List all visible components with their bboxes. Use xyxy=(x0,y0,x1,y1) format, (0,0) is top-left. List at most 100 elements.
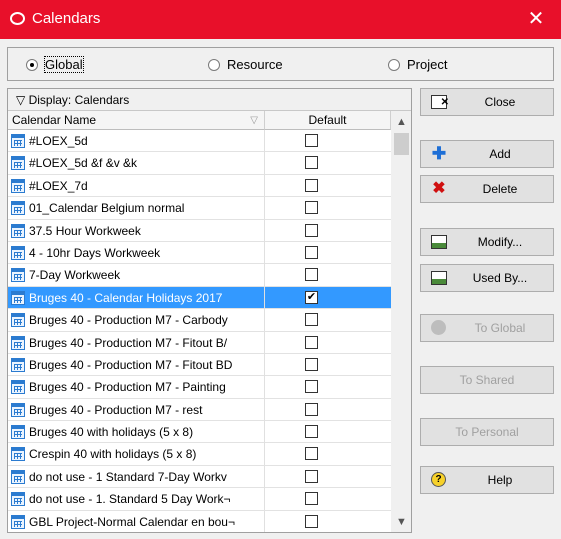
calendar-name-cell: do not use - 1 Standard 7-Day Workv xyxy=(29,469,227,484)
default-checkbox[interactable] xyxy=(305,402,318,416)
table-row[interactable]: Bruges 40 - Production M7 - Carbody xyxy=(8,309,391,332)
default-checkbox[interactable]: ✔ xyxy=(305,290,318,304)
default-checkbox[interactable] xyxy=(305,469,318,483)
calendar-icon xyxy=(11,514,25,529)
radio-dot[interactable] xyxy=(26,58,38,71)
scroll-down-icon[interactable]: ▼ xyxy=(391,513,411,531)
default-checkbox[interactable] xyxy=(305,245,318,259)
calendar-scope-group: Global Resource Project xyxy=(7,47,554,81)
scroll-up-icon[interactable]: ▲ xyxy=(391,113,411,131)
radio-project[interactable]: Project xyxy=(388,57,447,72)
default-checkbox[interactable] xyxy=(305,156,318,170)
delete-button-label: Delete xyxy=(482,182,518,196)
calendar-icon xyxy=(11,201,25,216)
to-global-button[interactable]: To Global xyxy=(420,314,554,342)
help-button-label: Help xyxy=(487,473,513,487)
default-checkbox[interactable] xyxy=(305,447,318,461)
help-icon: ? xyxy=(431,472,446,487)
app-icon xyxy=(10,12,25,25)
calendar-name-cell: Bruges 40 - Production M7 - Carbody xyxy=(29,313,228,328)
table-row[interactable]: Bruges 40 - Calendar Holidays 2017 ✔ xyxy=(8,286,391,310)
radio-resource[interactable]: Resource xyxy=(208,57,283,72)
window-close-icon[interactable]: ✕ xyxy=(525,6,547,32)
to-shared-button-label: To Shared xyxy=(459,373,515,387)
table-row[interactable]: 7-Day Workweek xyxy=(8,264,391,287)
table-row[interactable]: Bruges 40 - Production M7 - Painting xyxy=(8,376,391,399)
default-checkbox[interactable] xyxy=(305,514,318,528)
column-divider xyxy=(264,353,265,376)
table-row[interactable]: do not use - 1 Standard 7-Day Workv xyxy=(8,465,391,489)
calendar-name-cell: GBL Project-Normal Calendar en bou¬ xyxy=(29,514,235,529)
calendar-name-cell: 7-Day Workweek xyxy=(29,268,121,283)
add-button-label: Add xyxy=(489,147,511,161)
default-checkbox[interactable] xyxy=(305,425,318,439)
calendar-icon xyxy=(11,156,25,171)
default-checkbox[interactable] xyxy=(305,223,318,237)
table-row[interactable]: #LOEX_7d xyxy=(8,174,391,198)
table-row[interactable]: Bruges 40 - Production M7 - rest xyxy=(8,398,391,422)
calendar-name-cell: Bruges 40 - Production M7 - Painting xyxy=(29,380,226,395)
close-button[interactable]: Close xyxy=(420,88,554,116)
default-checkbox[interactable] xyxy=(305,335,318,349)
column-header-calendar-name[interactable]: Calendar Name ▽ xyxy=(8,111,265,130)
scroll-thumb[interactable] xyxy=(394,133,409,155)
table-row[interactable]: #LOEX_5d xyxy=(8,130,391,153)
calendar-icon xyxy=(11,402,25,417)
column-divider xyxy=(264,331,265,354)
to-personal-button[interactable]: To Personal xyxy=(420,418,554,446)
table-row[interactable]: do not use - 1. Standard 5 Day Work¬ xyxy=(8,488,391,511)
table-row[interactable]: GBL Project-Normal Calendar en bou¬ xyxy=(8,510,391,532)
table-row[interactable]: Bruges 40 - Production M7 - Fitout B/ xyxy=(8,331,391,354)
default-checkbox[interactable] xyxy=(305,492,318,506)
table-row[interactable]: #LOEX_5d &f &v &k xyxy=(8,152,391,175)
modify-button[interactable]: Modify... xyxy=(420,228,554,256)
table-row[interactable]: 4 - 10hr Days Workweek xyxy=(8,241,391,265)
vertical-scrollbar[interactable]: ▲ ▼ xyxy=(391,111,411,532)
default-checkbox[interactable] xyxy=(305,201,318,215)
column-divider xyxy=(264,174,265,197)
calendar-icon xyxy=(11,178,25,193)
calendar-icon xyxy=(11,134,25,148)
table-row[interactable]: Bruges 40 - Production M7 - Fitout BD xyxy=(8,353,391,377)
column-divider xyxy=(264,443,265,466)
table-row[interactable]: Bruges 40 with holidays (5 x 8) xyxy=(8,421,391,444)
to-shared-button[interactable]: To Shared xyxy=(420,366,554,394)
default-checkbox[interactable] xyxy=(305,134,318,147)
radio-global[interactable]: Global xyxy=(26,56,84,73)
calendar-name-cell: #LOEX_5d &f &v &k xyxy=(29,156,138,171)
column-divider xyxy=(264,264,265,287)
column-divider xyxy=(264,219,265,242)
default-checkbox[interactable] xyxy=(305,380,318,394)
display-filter-bar[interactable]: ▽ Display: Calendars xyxy=(8,89,411,111)
column-divider xyxy=(264,376,265,399)
column-divider xyxy=(264,488,265,511)
table-row[interactable]: 37.5 Hour Workweek xyxy=(8,219,391,242)
calendar-name-cell: Bruges 40 - Production M7 - Fitout B/ xyxy=(29,335,228,350)
add-button[interactable]: ✚ Add xyxy=(420,140,554,168)
table-row[interactable]: 01_Calendar Belgium normal xyxy=(8,197,391,220)
window-title: Calendars xyxy=(32,10,101,27)
column-divider xyxy=(264,152,265,175)
column-divider xyxy=(264,241,265,264)
radio-dot[interactable] xyxy=(388,58,400,71)
help-button[interactable]: ? Help xyxy=(420,466,554,494)
calendar-list-panel: ▽ Display: Calendars Calendar Name ▽ Def… xyxy=(7,88,412,533)
used-by-button[interactable]: Used By... xyxy=(420,264,554,292)
radio-dot[interactable] xyxy=(208,58,220,71)
title-bar: Calendars ✕ xyxy=(0,0,561,39)
calendar-name-cell: do not use - 1. Standard 5 Day Work¬ xyxy=(29,492,231,507)
default-checkbox[interactable] xyxy=(305,178,318,192)
table-row[interactable]: Crespin 40 with holidays (5 x 8) xyxy=(8,443,391,466)
column-header-default[interactable]: Default xyxy=(265,111,391,130)
default-checkbox[interactable] xyxy=(305,268,318,282)
add-icon: ✚ xyxy=(431,144,447,163)
calendar-name-cell: 37.5 Hour Workweek xyxy=(29,223,141,238)
default-checkbox[interactable] xyxy=(305,357,318,371)
calendar-name-cell: #LOEX_7d xyxy=(29,178,88,193)
radio-project-label: Project xyxy=(407,57,448,72)
delete-button[interactable]: ✖ Delete xyxy=(420,175,554,203)
radio-resource-label: Resource xyxy=(227,57,283,72)
default-checkbox[interactable] xyxy=(305,313,318,327)
calendar-name-cell: Crespin 40 with holidays (5 x 8) xyxy=(29,447,197,462)
calendar-name-cell: 01_Calendar Belgium normal xyxy=(29,201,185,216)
